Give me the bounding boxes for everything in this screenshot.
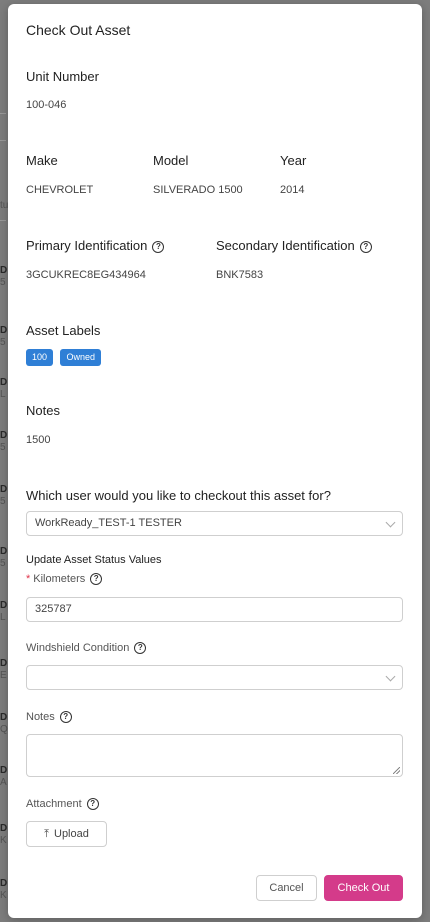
checkout-user-select[interactable]: WorkReady_TEST-1 TESTER	[26, 511, 403, 536]
model-value: SILVERADO 1500	[153, 184, 243, 196]
make-label: Make	[26, 153, 58, 168]
kilometers-label: * Kilometers?	[26, 573, 103, 586]
notes-label: Notes	[26, 403, 60, 418]
asset-labels-label: Asset Labels	[26, 323, 101, 338]
notes-value: 1500	[26, 434, 51, 446]
unit-number-value: 100-046	[26, 99, 67, 111]
secondary-identification-text: Secondary Identification	[216, 238, 355, 253]
secondary-identification-label: Secondary Identification?	[216, 238, 372, 253]
background-row: DQ	[0, 712, 8, 735]
checkout-user-selected: WorkReady_TEST-1 TESTER	[35, 517, 182, 529]
background-row: D5	[0, 546, 8, 569]
kilometers-value: 325787	[35, 603, 72, 615]
background-row: D5	[0, 484, 8, 507]
question-circle-icon[interactable]: ?	[90, 573, 103, 586]
question-circle-icon[interactable]: ?	[59, 711, 72, 724]
background-row: DA	[0, 765, 8, 788]
background-row: DK	[0, 823, 8, 846]
upload-button[interactable]: ⤒ Upload	[26, 821, 107, 847]
required-marker: *	[26, 573, 31, 585]
notes-textarea[interactable]	[26, 734, 403, 777]
background-row: DK	[0, 878, 8, 901]
background-header-fragment: tu	[0, 200, 8, 211]
attachment-label: Attachment?	[26, 798, 99, 811]
primary-identification-text: Primary Identification	[26, 238, 148, 253]
asset-tag: Owned	[60, 349, 102, 366]
year-value: 2014	[280, 184, 305, 196]
check-out-asset-modal: Check Out Asset Unit Number 100-046 Make…	[8, 4, 422, 918]
background-row: D5	[0, 265, 8, 288]
notes-input-label-text: Notes	[26, 711, 55, 723]
background-row: DE	[0, 658, 8, 681]
primary-identification-label: Primary Identification?	[26, 238, 165, 253]
check-out-button[interactable]: Check Out	[324, 875, 403, 901]
divider	[0, 113, 6, 114]
asset-tag: 100	[26, 349, 54, 366]
status-section-title: Update Asset Status Values	[26, 554, 162, 566]
background-row: D5	[0, 430, 8, 453]
primary-identification-value: 3GCUKREC8EG434964	[26, 269, 146, 281]
divider	[0, 140, 6, 141]
model-label: Model	[153, 153, 189, 168]
divider	[0, 220, 6, 221]
question-circle-icon[interactable]: ?	[359, 240, 372, 253]
background-row: DL	[0, 377, 8, 400]
windshield-condition-label: Windshield Condition?	[26, 642, 147, 655]
chevron-down-icon	[385, 517, 396, 528]
notes-input-label: Notes?	[26, 711, 72, 724]
unit-number-label: Unit Number	[26, 69, 99, 84]
question-circle-icon[interactable]: ?	[152, 240, 165, 253]
kilometers-label-text: Kilometers	[33, 573, 86, 585]
windshield-condition-select[interactable]	[26, 665, 403, 690]
chevron-down-icon	[385, 671, 396, 682]
cancel-button[interactable]: Cancel	[256, 875, 317, 901]
resize-handle-icon[interactable]	[393, 767, 400, 774]
background-row: DL	[0, 600, 8, 623]
upload-button-label: Upload	[54, 828, 89, 840]
windshield-condition-label-text: Windshield Condition	[26, 642, 130, 654]
checkout-user-question: Which user would you like to checkout th…	[26, 488, 331, 503]
upload-icon: ⤒	[44, 828, 49, 840]
background-row: D5	[0, 325, 8, 348]
question-circle-icon[interactable]: ?	[86, 798, 99, 811]
question-circle-icon[interactable]: ?	[134, 642, 147, 655]
kilometers-input[interactable]: 325787	[26, 597, 403, 622]
attachment-label-text: Attachment	[26, 798, 82, 810]
make-value: CHEVROLET	[26, 184, 94, 196]
modal-title: Check Out Asset	[26, 22, 131, 38]
year-label: Year	[280, 153, 307, 168]
secondary-identification-value: BNK7583	[216, 269, 264, 281]
asset-tags: 100 Owned	[26, 347, 102, 366]
